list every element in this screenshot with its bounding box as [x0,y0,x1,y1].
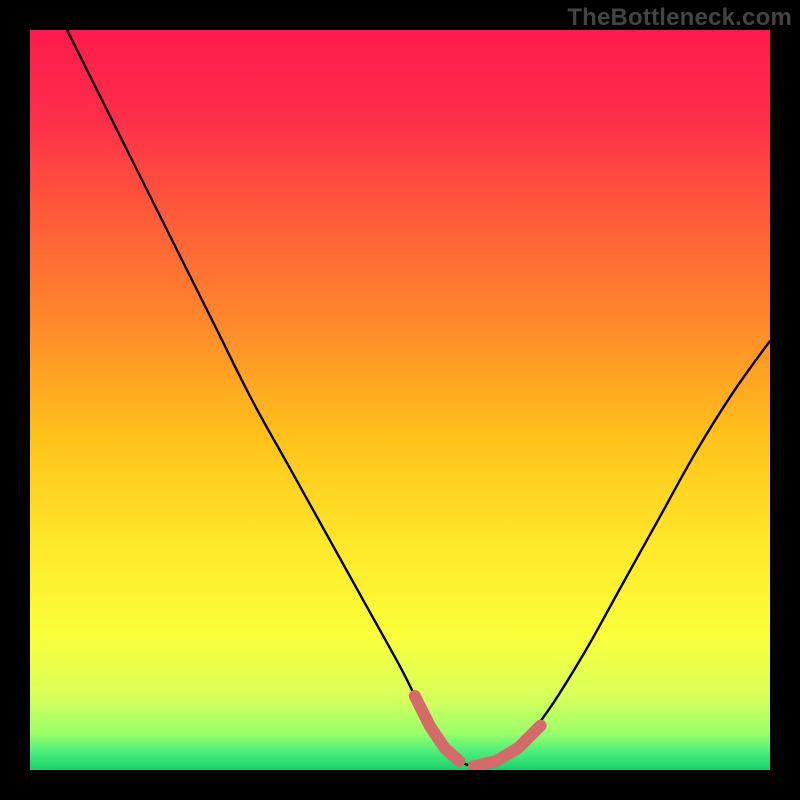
plot-area [30,30,770,770]
gradient-background [30,30,770,770]
attribution-watermark: TheBottleneck.com [567,4,792,32]
chart-svg [30,30,770,770]
chart-container: TheBottleneck.com [0,0,800,800]
